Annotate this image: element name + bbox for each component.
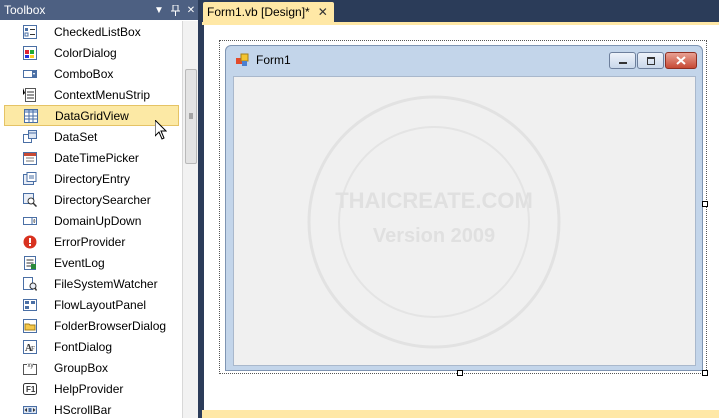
toolbox-scrollbar[interactable] <box>182 21 198 418</box>
form1-window[interactable]: Form1 THAICREATE.COM Version 2009 <box>225 45 703 371</box>
toolbox-item-combobox[interactable]: ComboBox <box>4 63 179 84</box>
minimize-button[interactable] <box>609 52 636 69</box>
toolbox-item-colordialog[interactable]: ColorDialog <box>4 42 179 63</box>
svg-text:THAICREATE.COM: THAICREATE.COM <box>335 188 533 213</box>
toolbox-item-label: FileSystemWatcher <box>54 276 158 291</box>
toolbox-item-datetimepicker[interactable]: DateTimePicker <box>4 147 179 168</box>
form-title: Form1 <box>256 53 291 67</box>
toolbox-item-domainupdown[interactable]: DomainUpDown <box>4 210 179 231</box>
dropdown-icon[interactable]: ▼ <box>152 2 166 18</box>
svg-text:F: F <box>31 345 35 353</box>
toolbox-title: Toolbox <box>4 3 46 17</box>
toolbox-item-label: ErrorProvider <box>54 234 126 249</box>
directorysearcher-icon <box>22 192 38 208</box>
svg-text:F1: F1 <box>26 385 36 394</box>
helpprovider-icon: F1 <box>22 381 38 397</box>
close-button[interactable] <box>665 52 697 69</box>
svg-text:Version 2009: Version 2009 <box>373 225 495 247</box>
toolbox-item-label: FlowLayoutPanel <box>54 297 147 312</box>
toolbox-item-label: FolderBrowserDialog <box>54 318 167 333</box>
form-client-area[interactable]: THAICREATE.COM Version 2009 <box>233 76 696 366</box>
tab-close-icon[interactable]: ✕ <box>318 5 328 19</box>
toolbox-item-directoryentry[interactable]: DirectoryEntry <box>4 168 179 189</box>
close-icon <box>676 56 686 65</box>
toolbox-item-hscrollbar[interactable]: HScrollBar <box>4 399 179 418</box>
toolbox-item-helpprovider[interactable]: F1 HelpProvider <box>4 378 179 399</box>
eventlog-icon <box>22 255 38 271</box>
directoryentry-icon <box>22 171 38 187</box>
toolbox-item-label: ColorDialog <box>54 45 117 60</box>
fontdialog-icon: AF <box>22 339 38 355</box>
resize-handle-bottom[interactable] <box>457 370 463 376</box>
dataset-icon <box>22 129 38 145</box>
resize-handle-corner[interactable] <box>702 370 708 376</box>
datetimepicker-icon <box>22 150 38 166</box>
close-icon[interactable]: ✕ <box>184 2 198 18</box>
toolbox-item-datagridview[interactable]: DataGridView <box>4 105 179 126</box>
toolbox-item-label: DateTimePicker <box>54 150 139 165</box>
datagridview-icon <box>23 108 39 124</box>
maximize-icon <box>646 56 655 65</box>
contextmenustrip-icon <box>22 87 38 103</box>
toolbox-item-label: ComboBox <box>54 66 114 81</box>
checkedlistbox-icon <box>22 24 38 40</box>
designer-canvas[interactable]: Form1 THAICREATE.COM Version 2009 <box>204 25 719 410</box>
toolbox-item-label: DataGridView <box>55 108 129 123</box>
maximize-button[interactable] <box>637 52 664 69</box>
toolbox-item-flowlayoutpanel[interactable]: FlowLayoutPanel <box>4 294 179 315</box>
toolbox-item-label: GroupBox <box>54 360 109 375</box>
pin-icon[interactable] <box>168 2 182 18</box>
toolbox-item-label: HelpProvider <box>54 381 124 396</box>
toolbox-item-groupbox[interactable]: xy GroupBox <box>4 357 179 378</box>
toolbox-panel: Toolbox ▼ ✕ CheckedListBox ColorDialog C… <box>0 0 198 418</box>
toolbox-item-filesystemwatcher[interactable]: FileSystemWatcher <box>4 273 179 294</box>
toolbox-item-label: DirectoryEntry <box>54 171 131 186</box>
colordialog-icon <box>22 45 38 61</box>
watermark-seal: THAICREATE.COM Version 2009 <box>307 95 561 349</box>
toolbox-list: CheckedListBox ColorDialog ComboBox Cont… <box>0 21 182 418</box>
toolbox-item-folderbrowserdialog[interactable]: FolderBrowserDialog <box>4 315 179 336</box>
tab-form1-design[interactable]: Form1.vb [Design]* ✕ <box>203 2 334 22</box>
hscrollbar-icon <box>22 402 38 418</box>
toolbox-item-dataset[interactable]: DataSet <box>4 126 179 147</box>
tab-label: Form1.vb [Design]* <box>207 5 310 19</box>
folderbrowserdialog-icon <box>22 318 38 334</box>
toolbox-item-directorysearcher[interactable]: DirectorySearcher <box>4 189 179 210</box>
toolbox-item-label: ContextMenuStrip <box>54 87 151 102</box>
toolbox-item-label: DataSet <box>54 129 98 144</box>
document-area: Form1.vb [Design]* ✕ Form1 THAICREATE.CO… <box>198 0 719 418</box>
toolbox-item-label: HScrollBar <box>54 402 112 417</box>
groupbox-icon: xy <box>22 360 38 376</box>
toolbox-item-label: DomainUpDown <box>54 213 142 228</box>
toolbox-item-label: CheckedListBox <box>54 24 141 39</box>
toolbox-item-eventlog[interactable]: EventLog <box>4 252 179 273</box>
toolbox-item-checkedlistbox[interactable]: CheckedListBox <box>4 21 179 42</box>
domainupdown-icon <box>22 213 38 229</box>
toolbox-item-errorprovider[interactable]: ErrorProvider <box>4 231 179 252</box>
toolbox-item-label: EventLog <box>54 255 105 270</box>
document-bottom-strip <box>202 410 719 418</box>
resize-handle-right[interactable] <box>702 201 708 207</box>
minimize-icon <box>618 61 627 64</box>
mouse-cursor-icon <box>154 118 168 140</box>
scrollbar-thumb[interactable] <box>185 69 197 164</box>
svg-text:xy: xy <box>28 363 34 369</box>
errorprovider-icon <box>22 234 38 250</box>
toolbox-item-contextmenustrip[interactable]: ContextMenuStrip <box>4 84 179 105</box>
flowlayoutpanel-icon <box>22 297 38 313</box>
form-app-icon <box>236 53 250 67</box>
toolbox-item-label: DirectorySearcher <box>54 192 151 207</box>
toolbox-item-fontdialog[interactable]: AF FontDialog <box>4 336 179 357</box>
window-buttons <box>608 52 697 69</box>
toolbox-item-label: FontDialog <box>54 339 113 354</box>
toolbox-header: Toolbox ▼ ✕ <box>0 0 198 20</box>
combobox-icon <box>22 66 38 82</box>
filesystemwatcher-icon <box>22 276 38 292</box>
